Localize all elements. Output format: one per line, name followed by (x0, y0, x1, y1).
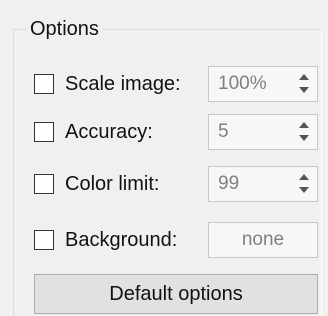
background-label: Background: (65, 229, 178, 251)
scale-image-value[interactable]: 100% (218, 67, 267, 101)
spin-up-arrow-icon[interactable] (296, 171, 312, 184)
scale-image-spin-buttons[interactable] (296, 71, 312, 97)
spin-down-arrow-icon[interactable] (296, 84, 312, 97)
spin-down-arrow-icon[interactable] (296, 132, 312, 145)
accuracy-spinbox[interactable]: 5 (208, 114, 318, 150)
scale-image-row: Scale image: (34, 67, 181, 101)
scale-image-checkbox[interactable] (34, 74, 54, 94)
accuracy-row: Accuracy: (34, 115, 153, 149)
options-group-title: Options (26, 15, 103, 43)
accuracy-label: Accuracy: (65, 121, 153, 143)
color-limit-label: Color limit: (65, 173, 160, 195)
background-row: Background: (34, 223, 177, 257)
accuracy-spin-buttons[interactable] (296, 119, 312, 145)
spin-down-arrow-icon[interactable] (296, 184, 312, 197)
spin-up-arrow-icon[interactable] (296, 119, 312, 132)
scale-image-label: Scale image: (65, 73, 181, 95)
accuracy-value[interactable]: 5 (218, 115, 229, 149)
color-limit-spinbox[interactable]: 99 (208, 166, 318, 202)
background-color-button[interactable]: none (208, 222, 318, 258)
spin-up-arrow-icon[interactable] (296, 71, 312, 84)
color-limit-checkbox[interactable] (34, 174, 54, 194)
default-options-button[interactable]: Default options (34, 274, 318, 314)
scale-image-spinbox[interactable]: 100% (208, 66, 318, 102)
background-checkbox[interactable] (34, 230, 54, 250)
color-limit-row: Color limit: (34, 167, 159, 201)
accuracy-checkbox[interactable] (34, 122, 54, 142)
color-limit-value[interactable]: 99 (218, 167, 239, 201)
color-limit-spin-buttons[interactable] (296, 171, 312, 197)
